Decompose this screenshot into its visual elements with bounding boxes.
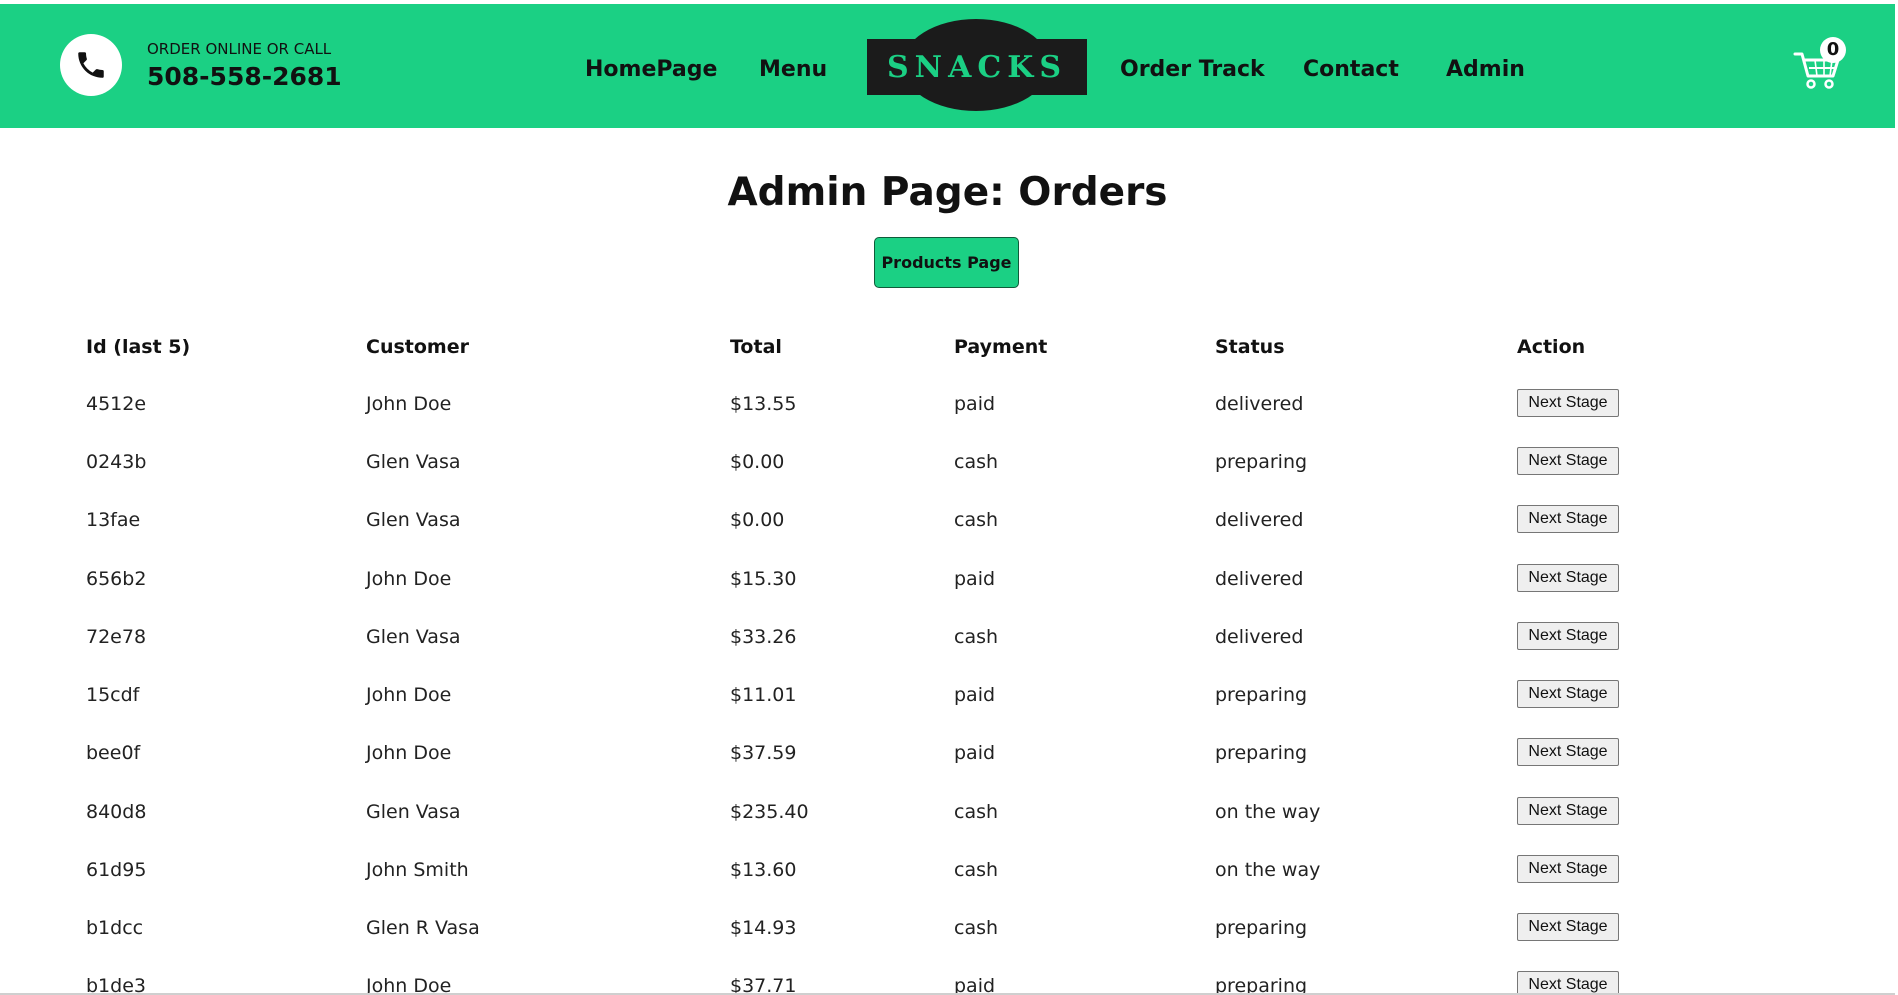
order-status: on the way (1215, 859, 1321, 881)
order-total: $0.00 (730, 451, 785, 473)
order-id: b1dcc (86, 917, 144, 939)
phone-number: 508-558-2681 (147, 62, 342, 91)
order-total: $37.71 (730, 975, 797, 995)
order-total: $13.60 (730, 859, 797, 881)
column-header-payment: Payment (954, 336, 1048, 358)
order-payment: cash (954, 509, 999, 531)
order-customer: John Doe (366, 975, 452, 995)
order-payment: paid (954, 684, 996, 706)
order-payment: paid (954, 568, 996, 590)
order-id: 840d8 (86, 801, 147, 823)
admin-orders-page: ORDER ONLINE OR CALL 508-558-2681 HomePa… (0, 0, 1898, 995)
order-id: b1de3 (86, 975, 146, 995)
column-header-status: Status (1215, 336, 1285, 358)
cart-count-badge: 0 (1820, 37, 1846, 63)
next-stage-button[interactable]: Next Stage (1517, 913, 1619, 941)
order-id: 0243b (86, 451, 147, 473)
order-customer: Glen Vasa (366, 509, 461, 531)
order-customer: Glen Vasa (366, 451, 461, 473)
order-id: 61d95 (86, 859, 147, 881)
column-header-total: Total (730, 336, 782, 358)
next-stage-button[interactable]: Next Stage (1517, 971, 1619, 995)
order-payment: paid (954, 393, 996, 415)
order-status: delivered (1215, 509, 1304, 531)
order-total: $14.93 (730, 917, 797, 939)
nav-order-track[interactable]: Order Track (1120, 57, 1265, 82)
order-payment: cash (954, 859, 999, 881)
order-total: $235.40 (730, 801, 809, 823)
table-row: 72e78 Glen Vasa $33.26 cash delivered Ne… (0, 622, 1895, 684)
next-stage-button[interactable]: Next Stage (1517, 389, 1619, 417)
order-payment: cash (954, 451, 999, 473)
order-id: 15cdf (86, 684, 140, 706)
order-customer: Glen R Vasa (366, 917, 480, 939)
table-row: 840d8 Glen Vasa $235.40 cash on the way … (0, 797, 1895, 859)
table-row: b1dcc Glen R Vasa $14.93 cash preparing … (0, 913, 1895, 975)
order-payment: cash (954, 917, 999, 939)
order-id: 13fae (86, 509, 141, 531)
order-customer: John Doe (366, 393, 452, 415)
next-stage-button[interactable]: Next Stage (1517, 855, 1619, 883)
order-total: $11.01 (730, 684, 797, 706)
order-status: delivered (1215, 568, 1304, 590)
products-page-button[interactable]: Products Page (874, 237, 1019, 288)
order-total: $0.00 (730, 509, 785, 531)
order-payment: cash (954, 626, 999, 648)
table-row: 15cdf John Doe $11.01 paid preparing Nex… (0, 680, 1895, 742)
order-customer: John Smith (366, 859, 469, 881)
order-id: 4512e (86, 393, 147, 415)
order-status: preparing (1215, 684, 1308, 706)
order-status: delivered (1215, 393, 1304, 415)
table-row: 4512e John Doe $13.55 paid delivered Nex… (0, 389, 1895, 451)
order-status: delivered (1215, 626, 1304, 648)
page-title: Admin Page: Orders (727, 170, 1168, 215)
nav-homepage[interactable]: HomePage (585, 57, 717, 82)
next-stage-button[interactable]: Next Stage (1517, 447, 1619, 475)
logo-text: SNACKS (887, 50, 1067, 85)
top-navbar: ORDER ONLINE OR CALL 508-558-2681 HomePa… (0, 4, 1895, 128)
phone-button[interactable] (60, 34, 122, 96)
table-row: 0243b Glen Vasa $0.00 cash preparing Nex… (0, 447, 1895, 509)
table-row: bee0f John Doe $37.59 paid preparing Nex… (0, 738, 1895, 800)
next-stage-button[interactable]: Next Stage (1517, 564, 1619, 592)
order-payment: paid (954, 742, 996, 764)
table-row: 13fae Glen Vasa $0.00 cash delivered Nex… (0, 505, 1895, 567)
order-payment: cash (954, 801, 999, 823)
table-row: b1de3 John Doe $37.71 paid preparing Nex… (0, 971, 1895, 995)
order-status: preparing (1215, 975, 1308, 995)
nav-admin[interactable]: Admin (1446, 57, 1525, 82)
order-payment: paid (954, 975, 996, 995)
next-stage-button[interactable]: Next Stage (1517, 680, 1619, 708)
nav-menu[interactable]: Menu (759, 57, 827, 82)
table-row: 656b2 John Doe $15.30 paid delivered Nex… (0, 564, 1895, 626)
order-status: on the way (1215, 801, 1321, 823)
order-status: preparing (1215, 917, 1308, 939)
order-total: $15.30 (730, 568, 797, 590)
order-status: preparing (1215, 451, 1308, 473)
order-customer: Glen Vasa (366, 626, 461, 648)
next-stage-button[interactable]: Next Stage (1517, 738, 1619, 766)
table-row: 61d95 John Smith $13.60 cash on the way … (0, 855, 1895, 917)
nav-contact[interactable]: Contact (1303, 57, 1399, 82)
order-customer: John Doe (366, 684, 452, 706)
logo[interactable]: SNACKS (867, 19, 1087, 115)
next-stage-button[interactable]: Next Stage (1517, 797, 1619, 825)
phone-icon (78, 52, 104, 78)
order-id: bee0f (86, 742, 141, 764)
order-customer: John Doe (366, 742, 452, 764)
column-header-action: Action (1517, 336, 1586, 358)
order-status: preparing (1215, 742, 1308, 764)
column-header-customer: Customer (366, 336, 469, 358)
order-total: $33.26 (730, 626, 797, 648)
call-label: ORDER ONLINE OR CALL (147, 40, 332, 58)
order-total: $13.55 (730, 393, 797, 415)
column-header-id: Id (last 5) (86, 336, 191, 358)
order-total: $37.59 (730, 742, 797, 764)
order-id: 656b2 (86, 568, 147, 590)
next-stage-button[interactable]: Next Stage (1517, 622, 1619, 650)
order-customer: John Doe (366, 568, 452, 590)
next-stage-button[interactable]: Next Stage (1517, 505, 1619, 533)
order-customer: Glen Vasa (366, 801, 461, 823)
order-id: 72e78 (86, 626, 147, 648)
